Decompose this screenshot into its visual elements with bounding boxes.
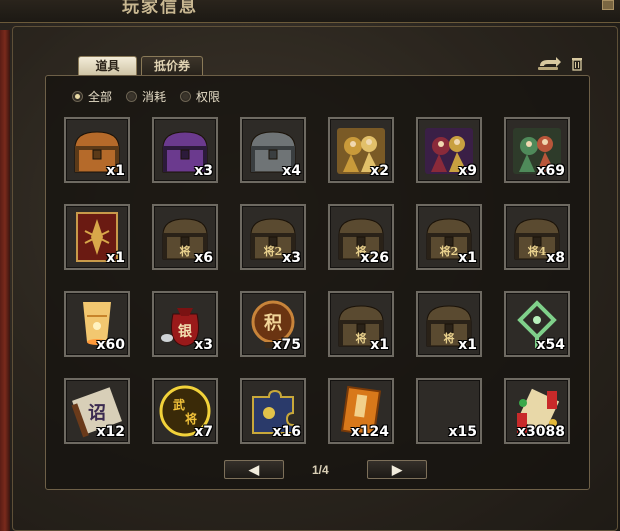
svg-text:诏: 诏	[88, 403, 106, 424]
item-slot[interactable]: 将 x1	[416, 291, 482, 357]
item-count: x16	[272, 424, 301, 440]
item-count: x1	[370, 337, 389, 353]
next-page-button[interactable]: ▶	[367, 460, 427, 479]
item-count: x1	[106, 163, 125, 179]
filter-label: 消耗	[142, 89, 167, 104]
item-count: x69	[536, 163, 565, 179]
item-slot[interactable]: x69	[504, 117, 570, 183]
filter-all[interactable]: 全部	[72, 88, 112, 104]
close-icon[interactable]	[602, 0, 614, 10]
item-slot[interactable]: x9	[416, 117, 482, 183]
filter-permission[interactable]: 权限	[180, 88, 220, 104]
tab-vouchers[interactable]: 抵价券	[141, 56, 203, 75]
item-slot[interactable]: 诏 x12	[64, 378, 130, 444]
item-count: x54	[536, 337, 565, 353]
item-slot[interactable]: x60	[64, 291, 130, 357]
window-title: 玩家信息	[122, 0, 198, 17]
item-slot[interactable]: x1	[64, 117, 130, 183]
item-slot[interactable]: x124	[328, 378, 394, 444]
item-slot[interactable]: x2	[328, 117, 394, 183]
return-arrow-icon[interactable]	[536, 56, 562, 72]
radio-on-icon	[72, 90, 83, 102]
side-decoration	[0, 30, 10, 531]
item-slot[interactable]: 将 x6	[152, 204, 218, 270]
item-count: x8	[546, 250, 565, 266]
svg-text:银: 银	[178, 323, 193, 340]
item-count: x60	[96, 337, 125, 353]
item-slot[interactable]: 将2 x3	[240, 204, 306, 270]
item-count: x12	[96, 424, 125, 440]
item-slot[interactable]: 将 x1	[328, 291, 394, 357]
filter-label: 权限	[196, 89, 221, 104]
svg-text:将4: 将4	[528, 244, 547, 258]
item-slot[interactable]: x1	[64, 204, 130, 270]
item-count: x4	[282, 163, 301, 179]
svg-text:武: 武	[173, 397, 185, 412]
item-slot[interactable]: 银 x3	[152, 291, 218, 357]
filter-label: 全部	[88, 89, 113, 104]
svg-text:积: 积	[264, 313, 282, 334]
svg-text:将: 将	[180, 244, 191, 258]
item-slot[interactable]: 武 将 x7	[152, 378, 218, 444]
radio-off-icon	[126, 90, 138, 102]
item-count: x3	[194, 337, 213, 353]
item-count: x26	[360, 250, 389, 266]
item-slot[interactable]: 将2 x1	[416, 204, 482, 270]
svg-text:将: 将	[356, 331, 367, 345]
item-count: x2	[370, 163, 389, 179]
item-slot[interactable]: x16	[240, 378, 306, 444]
page-indicator: 1/4	[312, 463, 329, 477]
item-slot[interactable]: x4	[240, 117, 306, 183]
filter-group: 全部 消耗 权限	[72, 88, 220, 104]
tab-items[interactable]: 道具	[78, 56, 137, 75]
item-count: x3	[194, 163, 213, 179]
item-count: x9	[458, 163, 477, 179]
item-count: x3088	[517, 424, 565, 440]
item-count: x7	[194, 424, 213, 440]
trash-icon[interactable]	[571, 57, 583, 71]
svg-text:将: 将	[444, 331, 455, 345]
item-count: x1	[458, 337, 477, 353]
item-slot[interactable]: 将4 x8	[504, 204, 570, 270]
item-count: x1	[106, 250, 125, 266]
item-count: x124	[350, 424, 389, 440]
svg-text:将2: 将2	[440, 244, 459, 258]
item-count: x15	[448, 424, 477, 440]
prev-page-button[interactable]: ◀	[224, 460, 284, 479]
item-count: x3	[282, 250, 301, 266]
item-count: x6	[194, 250, 213, 266]
item-slot[interactable]: x3	[152, 117, 218, 183]
filter-consumable[interactable]: 消耗	[126, 88, 166, 104]
item-slot[interactable]: 将 x26	[328, 204, 394, 270]
radio-off-icon	[180, 90, 192, 102]
top-bar: 玩家信息	[0, 0, 620, 23]
item-slot[interactable]: x54	[504, 291, 570, 357]
item-slot[interactable]: x15	[416, 378, 482, 444]
item-count: x75	[272, 337, 301, 353]
item-slot[interactable]: 积 x75	[240, 291, 306, 357]
item-count: x1	[458, 250, 477, 266]
item-slot[interactable]: x3088	[504, 378, 570, 444]
svg-text:将2: 将2	[264, 244, 283, 258]
